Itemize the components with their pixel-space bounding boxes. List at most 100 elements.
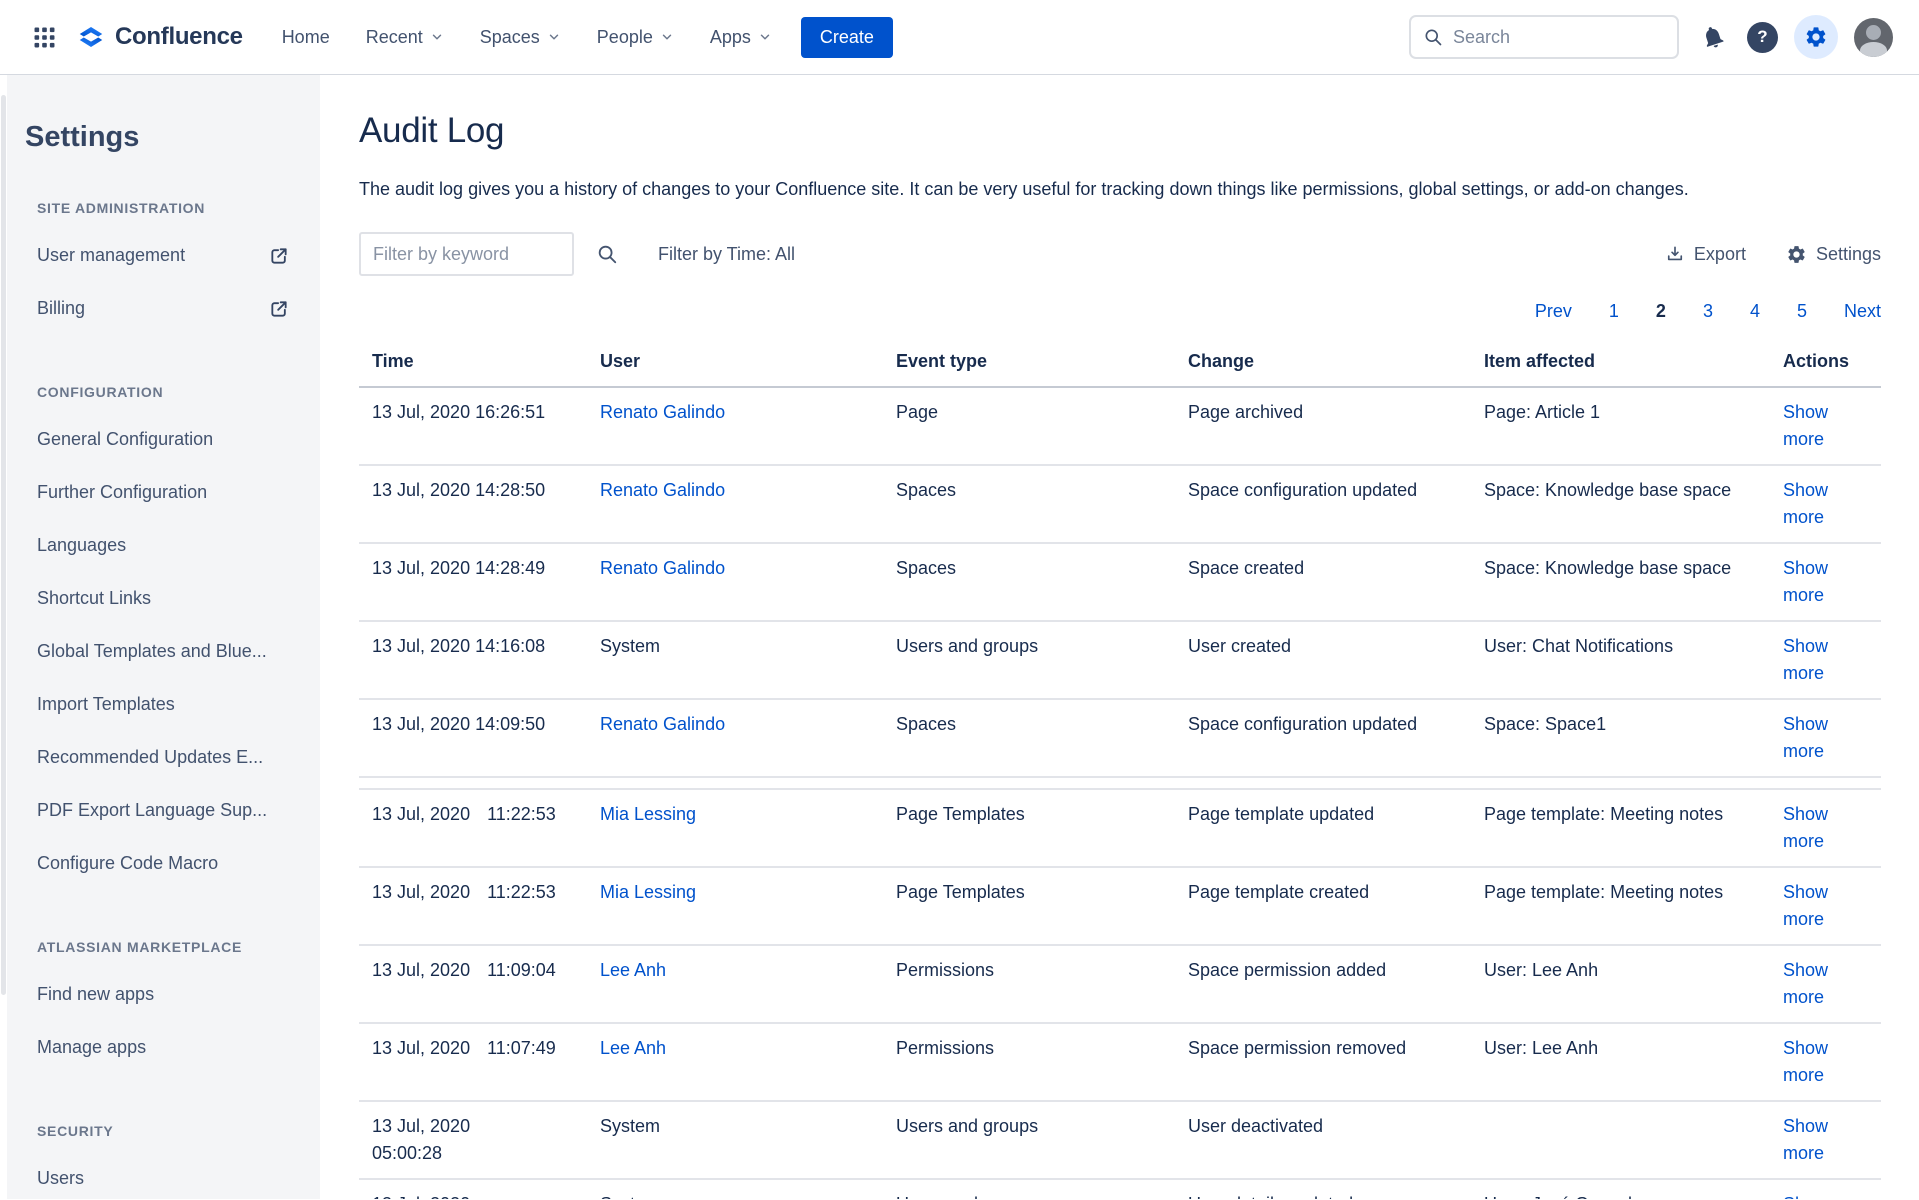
cell-user: Mia Lessing [587, 867, 883, 945]
export-button[interactable]: Export [1665, 244, 1746, 265]
cell-user: Lee Anh [587, 1023, 883, 1101]
confluence-logo[interactable]: Confluence [76, 22, 243, 52]
sidebar-item-user-management[interactable]: User management [37, 242, 289, 269]
cell-actions: Show more [1770, 1023, 1881, 1101]
sidebar-item-label: General Configuration [37, 426, 213, 453]
cell-item-affected: User: Chat Notifications [1471, 621, 1770, 699]
sidebar-scrollbar-thumb[interactable] [1, 95, 6, 995]
show-more-link[interactable]: Show more [1783, 960, 1828, 1007]
cell-change: Page archived [1175, 387, 1471, 465]
user-link[interactable]: Lee Anh [600, 960, 666, 980]
audit-settings-button[interactable]: Settings [1786, 244, 1881, 265]
show-more-link[interactable]: Show more [1783, 1116, 1828, 1163]
sidebar-item-general-configuration[interactable]: General Configuration [37, 426, 289, 453]
cell-item-affected: Space: Space1 [1471, 699, 1770, 777]
pagination-page-1[interactable]: 1 [1609, 298, 1619, 325]
sidebar-item-further-configuration[interactable]: Further Configuration [37, 479, 289, 506]
cell-event-type: Spaces [883, 543, 1175, 621]
time-filter-dropdown[interactable]: Filter by Time: All [658, 244, 795, 265]
pagination-page-4[interactable]: 4 [1750, 298, 1760, 325]
pagination: Prev 1 2 3 4 5 Next [359, 298, 1881, 325]
pagination-page-5[interactable]: 5 [1797, 298, 1807, 325]
show-more-link[interactable]: Show more [1783, 1038, 1828, 1085]
show-more-link[interactable]: Show more [1783, 636, 1828, 683]
cell-actions: Show more [1770, 621, 1881, 699]
audit-log-row: 13 Jul, 2020 14:28:50Renato GalindoSpace… [359, 465, 1881, 543]
external-link-icon [269, 246, 289, 266]
navbar-right-cluster: ? [1409, 15, 1893, 59]
audit-log-table: TimeUserEvent typeChangeItem affectedAct… [359, 351, 1881, 1199]
pagination-page-current[interactable]: 2 [1656, 298, 1666, 325]
cell-actions: Show more [1770, 789, 1881, 867]
app-switcher-button[interactable] [24, 17, 64, 57]
keyword-filter-input[interactable] [359, 232, 574, 276]
sidebar-item-users[interactable]: Users [37, 1165, 289, 1192]
show-more-link[interactable]: Show more [1783, 1194, 1828, 1199]
search-icon [596, 243, 618, 265]
show-more-link[interactable]: Show more [1783, 882, 1828, 929]
cell-time: 13 Jul, 202011:07:49 [359, 1023, 587, 1101]
user-link[interactable]: Renato Galindo [600, 402, 725, 422]
help-button[interactable]: ? [1747, 22, 1778, 53]
user-link[interactable]: Mia Lessing [600, 882, 696, 902]
create-button[interactable]: Create [801, 17, 893, 58]
sidebar-item-configure-code-macro[interactable]: Configure Code Macro [37, 850, 289, 877]
user-link[interactable]: Lee Anh [600, 1038, 666, 1058]
notifications-button[interactable] [1695, 19, 1731, 55]
show-more-link[interactable]: Show more [1783, 558, 1828, 605]
global-search[interactable] [1409, 15, 1679, 59]
nav-item-label: Apps [710, 27, 751, 48]
cell-actions: Show more [1770, 465, 1881, 543]
search-input[interactable] [1453, 27, 1665, 48]
nav-item-spaces[interactable]: Spaces [465, 17, 576, 58]
filter-search-button[interactable] [596, 243, 618, 265]
cell-user: Mia Lessing [587, 789, 883, 867]
user-link[interactable]: Renato Galindo [600, 558, 725, 578]
page-title: Audit Log [359, 111, 1881, 151]
cell-time: 13 Jul, 202011:22:53 [359, 867, 587, 945]
cell-actions: Show more [1770, 699, 1881, 777]
sidebar-item-pdf-export-language-sup[interactable]: PDF Export Language Sup... [37, 797, 289, 824]
show-more-link[interactable]: Show more [1783, 480, 1828, 527]
sidebar-item-languages[interactable]: Languages [37, 532, 289, 559]
table-toolbar: Export Settings [1665, 244, 1881, 265]
user-link[interactable]: Renato Galindo [600, 714, 725, 734]
nav-item-apps[interactable]: Apps [695, 17, 787, 58]
user-link[interactable]: Mia Lessing [600, 804, 696, 824]
settings-sidebar: Settings SITE ADMINISTRATIONUser managem… [0, 75, 320, 1199]
cell-user: Renato Galindo [587, 699, 883, 777]
nav-item-recent[interactable]: Recent [351, 17, 459, 58]
table-group-divider [359, 777, 1881, 789]
cell-time: 13 Jul, 202011:22:53 [359, 789, 587, 867]
audit-log-row: 13 Jul, 202005:00:28SystemUsers and grou… [359, 1179, 1881, 1199]
pagination-next[interactable]: Next [1844, 298, 1881, 325]
sidebar-item-import-templates[interactable]: Import Templates [37, 691, 289, 718]
pagination-prev[interactable]: Prev [1535, 298, 1572, 325]
cell-event-type: Users and groups [883, 621, 1175, 699]
sidebar-item-global-templates-and-blue[interactable]: Global Templates and Blue... [37, 638, 289, 665]
cell-item-affected: Space: Knowledge base space [1471, 465, 1770, 543]
cell-change: Page template created [1175, 867, 1471, 945]
cell-event-type: Permissions [883, 945, 1175, 1023]
cell-change: Space created [1175, 543, 1471, 621]
admin-settings-button[interactable] [1794, 15, 1838, 59]
cell-user: Renato Galindo [587, 465, 883, 543]
sidebar-item-label: Find new apps [37, 981, 154, 1008]
nav-item-home[interactable]: Home [267, 17, 345, 58]
sidebar-item-billing[interactable]: Billing [37, 295, 289, 322]
sidebar-item-recommended-updates-e[interactable]: Recommended Updates E... [37, 744, 289, 771]
sidebar-item-shortcut-links[interactable]: Shortcut Links [37, 585, 289, 612]
chevron-down-icon [430, 30, 444, 44]
nav-item-people[interactable]: People [582, 17, 689, 58]
settings-gear-icon [1804, 25, 1828, 49]
sidebar-item-find-new-apps[interactable]: Find new apps [37, 981, 289, 1008]
show-more-link[interactable]: Show more [1783, 402, 1828, 449]
cell-event-type: Page Templates [883, 867, 1175, 945]
show-more-link[interactable]: Show more [1783, 804, 1828, 851]
cell-actions: Show more [1770, 945, 1881, 1023]
show-more-link[interactable]: Show more [1783, 714, 1828, 761]
user-avatar[interactable] [1854, 18, 1893, 57]
sidebar-item-manage-apps[interactable]: Manage apps [37, 1034, 289, 1061]
pagination-page-3[interactable]: 3 [1703, 298, 1713, 325]
user-link[interactable]: Renato Galindo [600, 480, 725, 500]
